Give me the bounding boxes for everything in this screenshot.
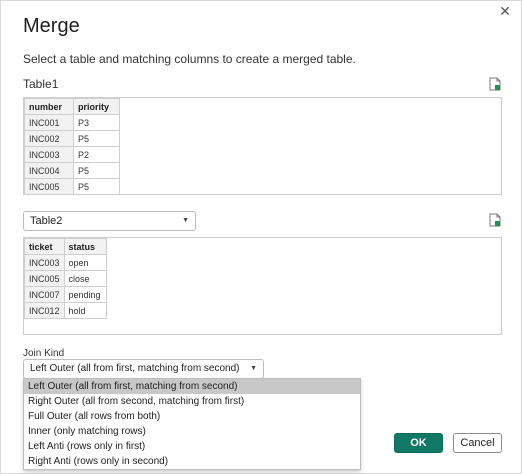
- close-icon: ✕: [499, 3, 511, 19]
- table-cell: P5: [73, 162, 120, 179]
- column-header[interactable]: ticket: [24, 238, 65, 255]
- table1-preview: number priority INC001 P3 INC002 P5 INC0…: [23, 97, 502, 195]
- table-row: INC005 close: [24, 270, 107, 287]
- table2-select-value: Table2: [30, 215, 63, 227]
- join-option-inner[interactable]: Inner (only matching rows): [24, 424, 360, 439]
- table-row: INC004 P5: [24, 162, 120, 179]
- table-header-row: number priority: [24, 98, 120, 115]
- table-cell: open: [63, 254, 107, 271]
- table-row: INC002 P5: [24, 130, 120, 147]
- table-cell: P5: [73, 178, 120, 195]
- join-kind-select-value: Left Outer (all from first, matching fro…: [30, 363, 240, 374]
- table-cell: pending: [63, 286, 107, 303]
- table-cell: hold: [63, 302, 107, 319]
- table-row: INC003 P2: [24, 146, 120, 163]
- table-cell: INC002: [24, 130, 74, 147]
- merge-dialog: ✕ Merge Select a table and matching colu…: [0, 0, 522, 474]
- join-option-right-outer[interactable]: Right Outer (all from second, matching f…: [24, 394, 360, 409]
- table-cell: P2: [73, 146, 120, 163]
- table1-grid: number priority INC001 P3 INC002 P5 INC0…: [24, 98, 120, 195]
- table1-label: Table1: [23, 77, 59, 91]
- table-cell: INC005: [24, 270, 65, 287]
- column-header[interactable]: status: [63, 238, 107, 255]
- file-preview-icon[interactable]: [489, 77, 501, 91]
- table-cell: INC005: [24, 178, 74, 195]
- chevron-down-icon: ▼: [182, 217, 189, 224]
- join-option-right-anti[interactable]: Right Anti (rows only in second): [24, 454, 360, 469]
- table-row: INC012 hold: [24, 302, 107, 319]
- table-cell: INC004: [24, 162, 74, 179]
- join-option-full-outer[interactable]: Full Outer (all rows from both): [24, 409, 360, 424]
- cancel-button[interactable]: Cancel: [453, 433, 502, 453]
- table-cell: INC007: [24, 286, 65, 303]
- file-preview-icon[interactable]: [489, 213, 501, 227]
- table2-select[interactable]: Table2 ▼: [23, 211, 196, 231]
- dialog-title: Merge: [23, 15, 80, 37]
- table-cell: close: [63, 270, 107, 287]
- table-cell: P5: [73, 130, 120, 147]
- join-kind-label: Join Kind: [23, 348, 65, 359]
- table-row: INC005 P5: [24, 178, 120, 195]
- table-row: INC007 pending: [24, 286, 107, 303]
- table-cell: P3: [73, 114, 120, 131]
- column-header[interactable]: number: [24, 98, 74, 115]
- join-option-left-outer[interactable]: Left Outer (all from first, matching fro…: [24, 379, 360, 394]
- dialog-description: Select a table and matching columns to c…: [23, 52, 356, 66]
- table2-grid: ticket status INC003 open INC005 close I…: [24, 238, 107, 319]
- join-kind-dropdown: Left Outer (all from first, matching fro…: [23, 378, 361, 470]
- close-button[interactable]: ✕: [497, 3, 513, 19]
- join-kind-select[interactable]: Left Outer (all from first, matching fro…: [23, 359, 264, 379]
- table-cell: INC003: [24, 146, 74, 163]
- ok-button[interactable]: OK: [394, 433, 443, 453]
- table-cell: INC003: [24, 254, 65, 271]
- table-row: INC001 P3: [24, 114, 120, 131]
- table-cell: INC001: [24, 114, 74, 131]
- table-cell: INC012: [24, 302, 65, 319]
- table2-preview: ticket status INC003 open INC005 close I…: [23, 237, 502, 335]
- table-row: INC003 open: [24, 254, 107, 271]
- table-header-row: ticket status: [24, 238, 107, 255]
- column-header[interactable]: priority: [73, 98, 120, 115]
- join-option-left-anti[interactable]: Left Anti (rows only in first): [24, 439, 360, 454]
- chevron-down-icon: ▼: [250, 365, 257, 372]
